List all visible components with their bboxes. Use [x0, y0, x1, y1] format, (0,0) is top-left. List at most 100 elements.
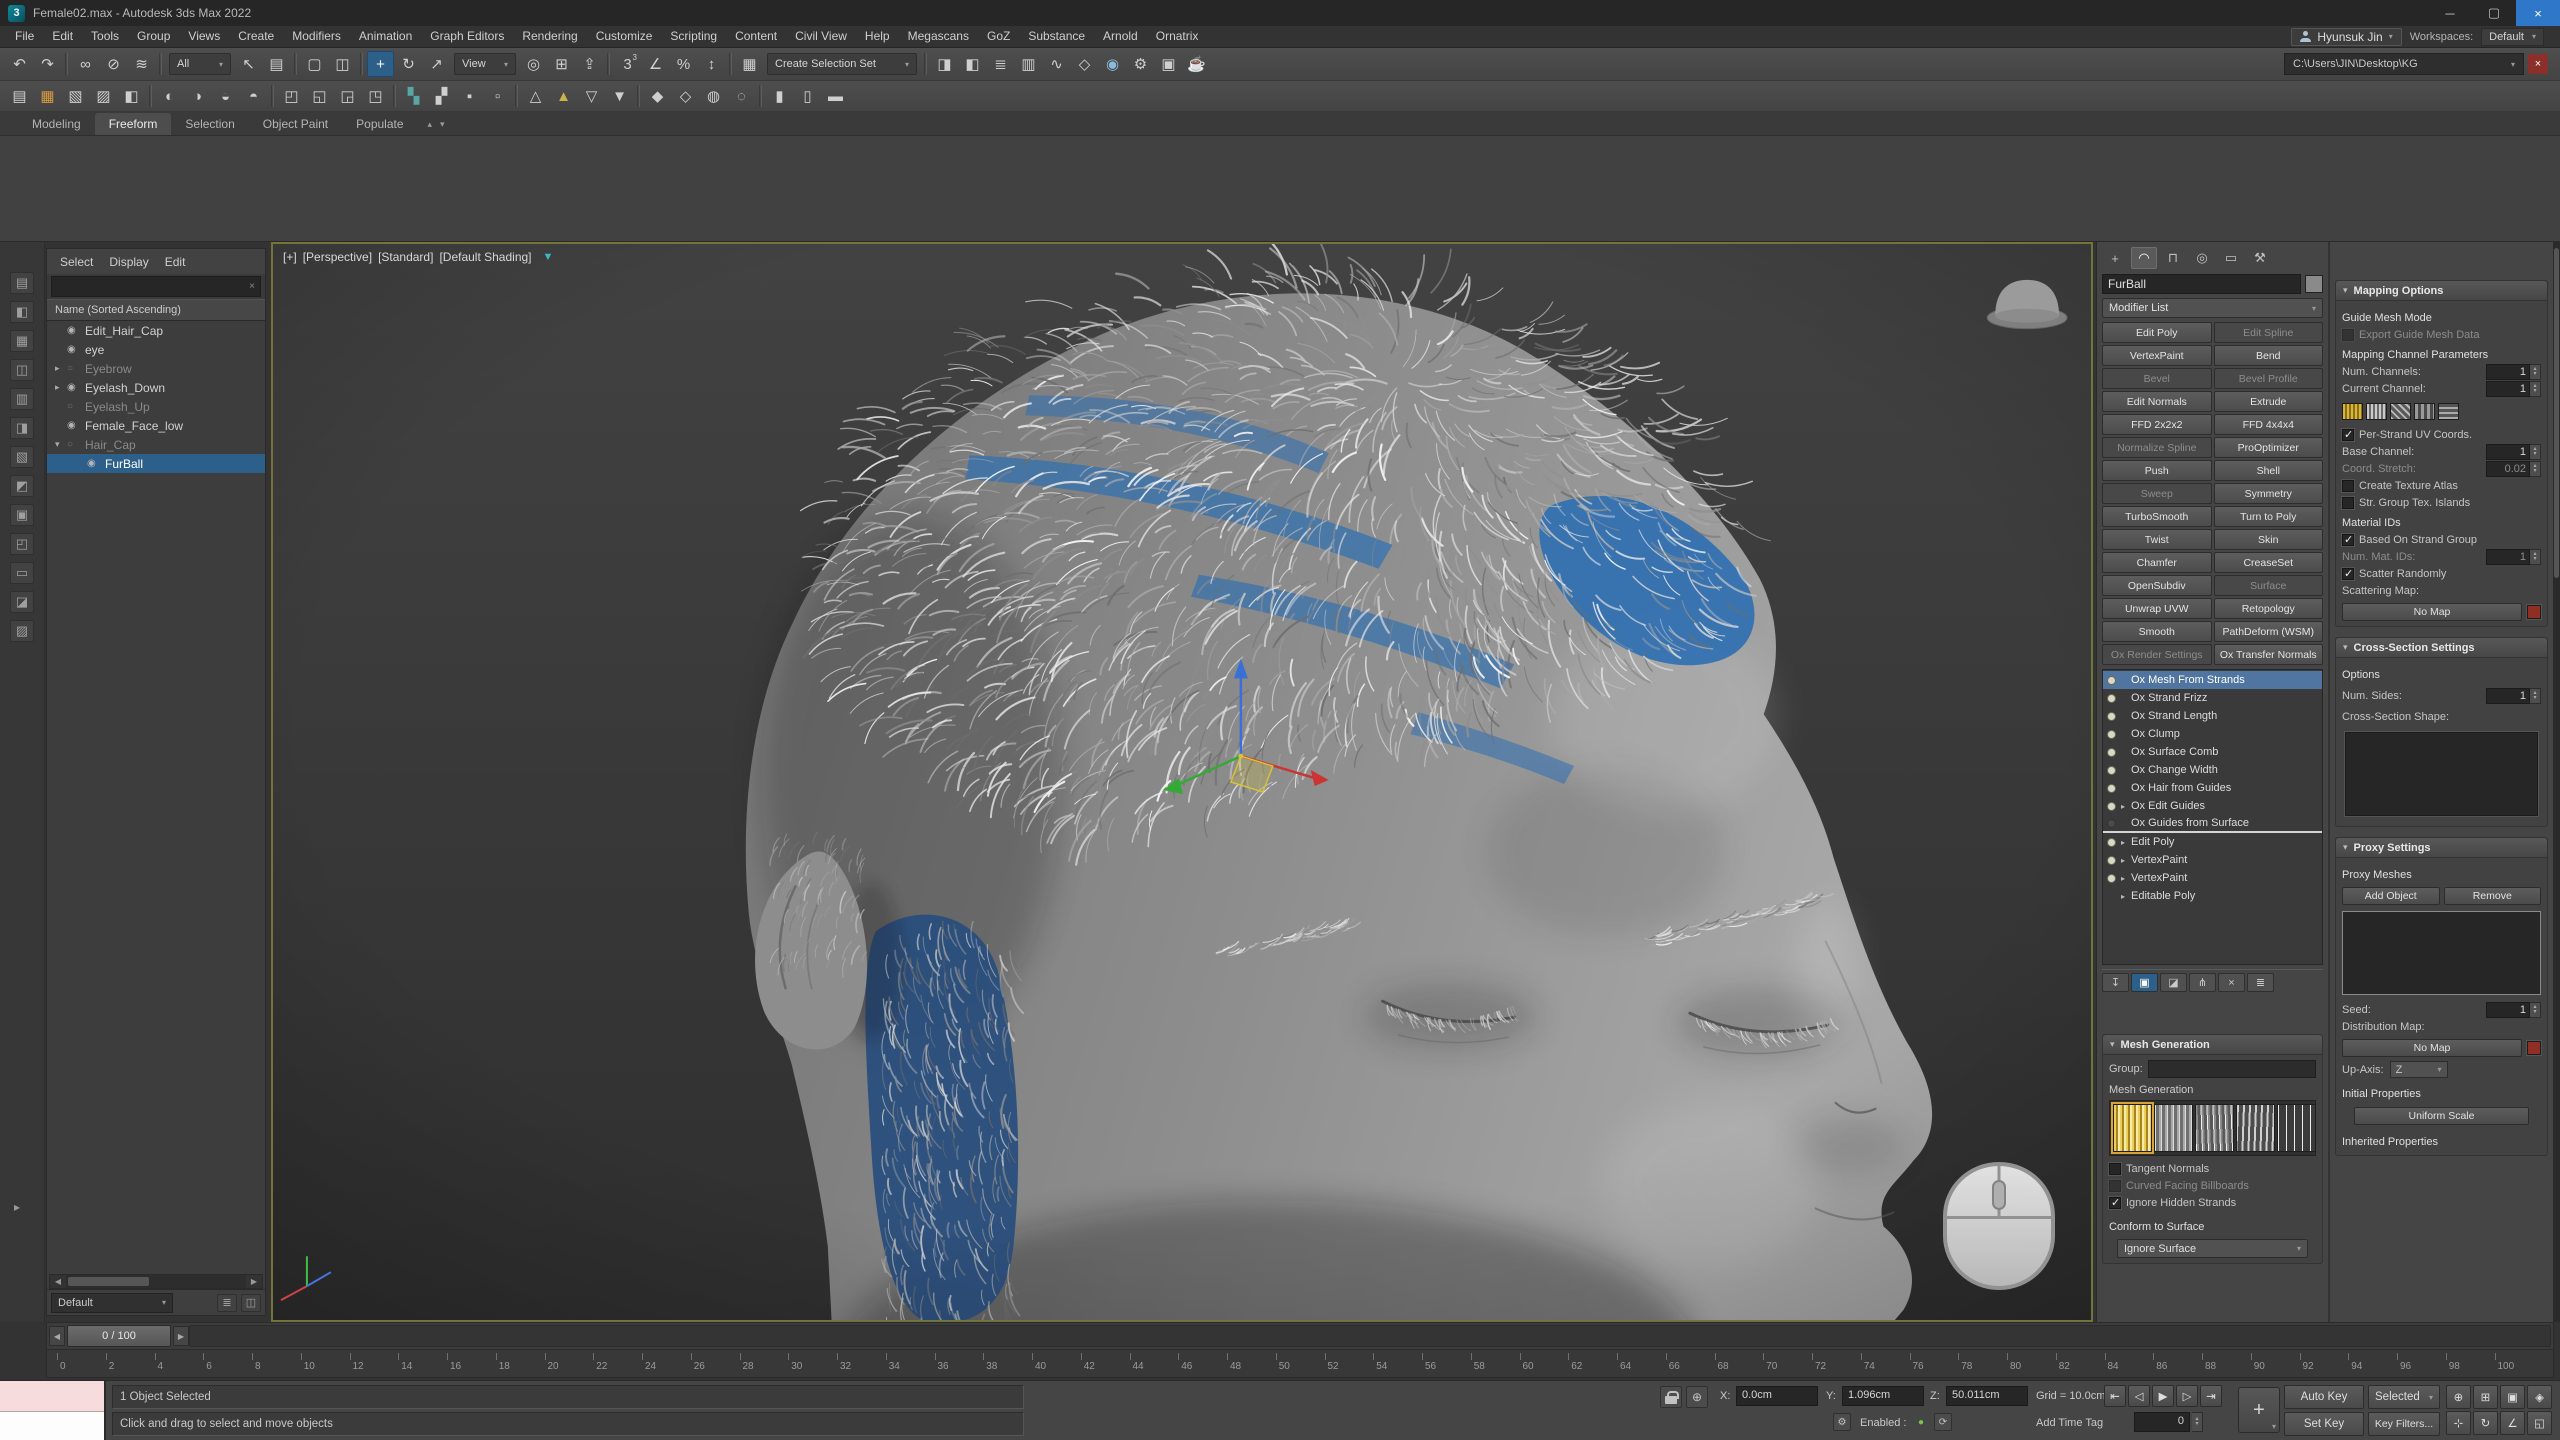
tool-icon[interactable]: ◌: [728, 83, 755, 109]
menu-item[interactable]: Graph Editors: [421, 26, 513, 47]
mesh-type-thumb-2[interactable]: [2154, 1104, 2193, 1152]
value-spinner[interactable]: 1: [2486, 444, 2541, 460]
edit-named-selection-sets-icon[interactable]: ▦ ▾: [736, 51, 763, 77]
expand-arrow-icon[interactable]: ▾: [55, 439, 67, 450]
modifier-ox-edit-guides[interactable]: Ox Edit Guides: [2103, 797, 2322, 815]
object-visibility-icon[interactable]: ◉: [67, 382, 83, 393]
tool-icon[interactable]: ▦: [34, 83, 61, 109]
modifier-button[interactable]: CreaseSet: [2214, 552, 2324, 573]
expand-arrow-icon[interactable]: [2121, 874, 2131, 883]
expand-arrow-icon[interactable]: [2121, 856, 2131, 865]
add-time-tag[interactable]: Add Time Tag: [2036, 1417, 2103, 1429]
object-visibility-icon[interactable]: ◉: [67, 420, 83, 431]
toolbar-separator[interactable]: [759, 85, 762, 107]
value-spinner[interactable]: 1: [2486, 688, 2541, 704]
mirror-icon[interactable]: ◨ ▾: [931, 51, 958, 77]
isolate-filter-icon[interactable]: ▼: [543, 251, 554, 263]
orbit-icon[interactable]: ↻: [2473, 1411, 2498, 1435]
add-object-button[interactable]: Add Object: [2342, 887, 2440, 905]
row-base-channel[interactable]: Base Channel: 1: [2342, 443, 2541, 460]
select-by-name-icon[interactable]: ▤ ▾: [263, 51, 290, 77]
menu-item[interactable]: GoZ: [978, 26, 1019, 47]
toolbar-separator[interactable]: ▾: [159, 53, 162, 75]
search-input[interactable]: ×: [51, 276, 261, 297]
spinner-arrows-icon[interactable]: [2530, 549, 2541, 565]
tool-icon[interactable]: △: [522, 83, 549, 109]
tool-icon[interactable]: ▼: [606, 83, 633, 109]
row-create-texture-atlas[interactable]: Create Texture Atlas: [2342, 477, 2541, 494]
menu-item[interactable]: Create: [229, 26, 283, 47]
uniform-scale-button[interactable]: Uniform Scale: [2354, 1107, 2529, 1125]
modifier-button[interactable]: OpenSubdiv: [2102, 575, 2212, 596]
toolbar-separator[interactable]: ▾: [294, 53, 297, 75]
expand-arrow-icon[interactable]: [2121, 802, 2131, 811]
tool-icon[interactable]: ◰: [278, 83, 305, 109]
tool-icon[interactable]: ▚: [400, 83, 427, 109]
spinner-arrows-icon[interactable]: [2530, 381, 2541, 397]
modifier-button[interactable]: TurboSmooth: [2102, 506, 2212, 527]
show-end-result-icon[interactable]: ▣: [2131, 973, 2158, 992]
map-enable-swatch[interactable]: [2527, 1041, 2541, 1055]
track-bar-ruler[interactable]: 0246810121416182022242628303234363840424…: [46, 1350, 2554, 1378]
tool-icon[interactable]: ◒: [212, 83, 239, 109]
tool-icon[interactable]: ▧: [62, 83, 89, 109]
time-slider-handle[interactable]: 0 / 100: [67, 1325, 171, 1347]
menu-item[interactable]: Content: [726, 26, 786, 47]
play-animation-button[interactable]: ▶: [2152, 1385, 2174, 1407]
modifier-button[interactable]: Bevel Profile: [2214, 368, 2324, 389]
selected-set-dropdown[interactable]: Selected▾: [2368, 1385, 2440, 1409]
mesh-type-thumb-5[interactable]: [2277, 1104, 2316, 1152]
row-num-sides[interactable]: Num. Sides: 1: [2342, 687, 2541, 704]
maximize-button[interactable]: ▢: [2472, 0, 2516, 26]
zoom-icon[interactable]: ⊕: [2446, 1385, 2471, 1409]
selection-lock-toggle[interactable]: [1660, 1386, 1682, 1408]
modifier-button[interactable]: FFD 4x4x4: [2214, 414, 2324, 435]
tool-icon[interactable]: ▪: [456, 83, 483, 109]
checkbox[interactable]: [2342, 497, 2354, 509]
checkbox[interactable]: [2342, 329, 2354, 341]
row-based-on-strand-group[interactable]: Based On Strand Group: [2342, 531, 2541, 548]
menu-item[interactable]: Customize: [587, 26, 662, 47]
mesh-generation-header[interactable]: Mesh Generation: [2103, 1035, 2322, 1055]
toolbar-separator[interactable]: ▾: [729, 53, 732, 75]
menu-item[interactable]: Substance: [1019, 26, 1094, 47]
maxscript-mini-listener[interactable]: [0, 1381, 106, 1440]
explorer-menu-item[interactable]: Select: [53, 255, 100, 269]
cross-section-shape-preview[interactable]: [2344, 731, 2539, 817]
object-visibility-icon[interactable]: ◉: [67, 325, 83, 336]
pan-icon[interactable]: ⊹: [2446, 1411, 2471, 1435]
toolbar-separator[interactable]: ▾: [924, 53, 927, 75]
select-and-rotate-icon[interactable]: ↻ ▾: [395, 51, 422, 77]
go-to-end-button[interactable]: ⇥: [2200, 1385, 2222, 1407]
side-tool-icon[interactable]: ▤: [10, 272, 34, 294]
remove-button[interactable]: Remove: [2444, 887, 2542, 905]
tool-icon[interactable]: ▲: [550, 83, 577, 109]
object-visibility-icon[interactable]: ○: [67, 439, 83, 450]
modifier-visibility-icon[interactable]: [2107, 784, 2116, 793]
expand-arrow-icon[interactable]: [2121, 892, 2131, 901]
maximize-viewport-toggle-icon[interactable]: ◱: [2527, 1411, 2552, 1435]
mesh-type-thumb-3[interactable]: [2195, 1104, 2234, 1152]
channel-thumb-4[interactable]: [2414, 403, 2435, 420]
spinner-arrows-icon[interactable]: [2530, 461, 2541, 477]
modifier-ox-surface-comb[interactable]: Ox Surface Comb: [2103, 743, 2322, 761]
tool-icon[interactable]: ◑: [184, 83, 211, 109]
scroll-right-icon[interactable]: ▶: [246, 1277, 262, 1286]
next-frame-arrow-icon[interactable]: ▶: [173, 1326, 189, 1346]
channel-thumb-3[interactable]: [2390, 403, 2411, 420]
scene-explorer-toggle-icon[interactable]: ▥ ▾: [1015, 51, 1042, 77]
menu-item[interactable]: Help: [856, 26, 899, 47]
toolbar-separator[interactable]: ▾: [65, 53, 68, 75]
channel-thumb-2[interactable]: [2366, 403, 2387, 420]
undo-icon[interactable]: ↶ ▾: [6, 51, 33, 77]
window-crossing-toggle-icon[interactable]: ◫ ▾: [329, 51, 356, 77]
scrollbar-track[interactable]: [66, 1275, 246, 1288]
modifier-ox-strand-frizz[interactable]: Ox Strand Frizz: [2103, 689, 2322, 707]
menu-item[interactable]: File: [6, 26, 43, 47]
use-pivot-point-center-icon[interactable]: ◎ ▾: [520, 51, 547, 77]
angle-snap-toggle-icon[interactable]: ∠ ▾: [642, 51, 669, 77]
row-tangent-normals[interactable]: Tangent Normals: [2109, 1160, 2316, 1177]
tree-item-hair-cap[interactable]: ▾ ○ Hair_Cap: [47, 435, 265, 454]
modifier-button[interactable]: Bevel: [2102, 368, 2212, 389]
absolute-offset-toggle[interactable]: ⊕: [1686, 1386, 1708, 1408]
